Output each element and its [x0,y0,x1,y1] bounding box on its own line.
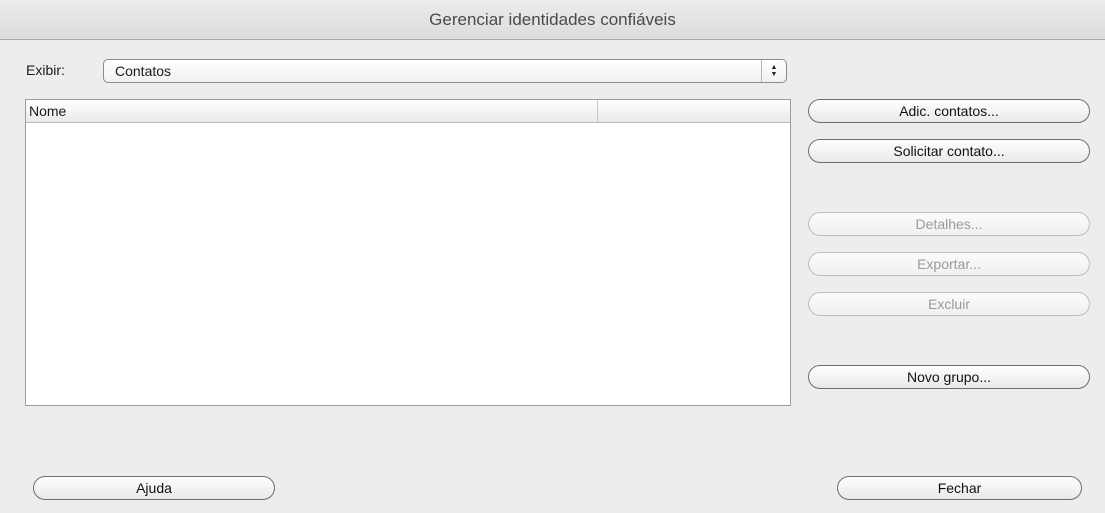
identities-table[interactable]: Nome [25,99,791,406]
delete-button[interactable]: Excluir [808,292,1090,316]
updown-arrows-icon: ▲ ▼ [761,60,786,82]
add-contacts-button[interactable]: Adic. contatos... [808,99,1090,123]
help-button[interactable]: Ajuda [33,476,275,500]
export-button[interactable]: Exportar... [808,252,1090,276]
details-button[interactable]: Detalhes... [808,212,1090,236]
window-title: Gerenciar identidades confiáveis [0,0,1105,40]
column-header-extra[interactable] [598,100,790,122]
table-header: Nome [26,100,790,123]
close-button[interactable]: Fechar [837,476,1082,500]
new-group-button[interactable]: Novo grupo... [808,365,1090,389]
column-header-name[interactable]: Nome [26,100,598,122]
filter-select[interactable]: Contatos ▲ ▼ [103,59,787,83]
filter-label: Exibir: [26,62,65,78]
request-contact-button[interactable]: Solicitar contato... [808,139,1090,163]
filter-select-value: Contatos [115,63,172,79]
